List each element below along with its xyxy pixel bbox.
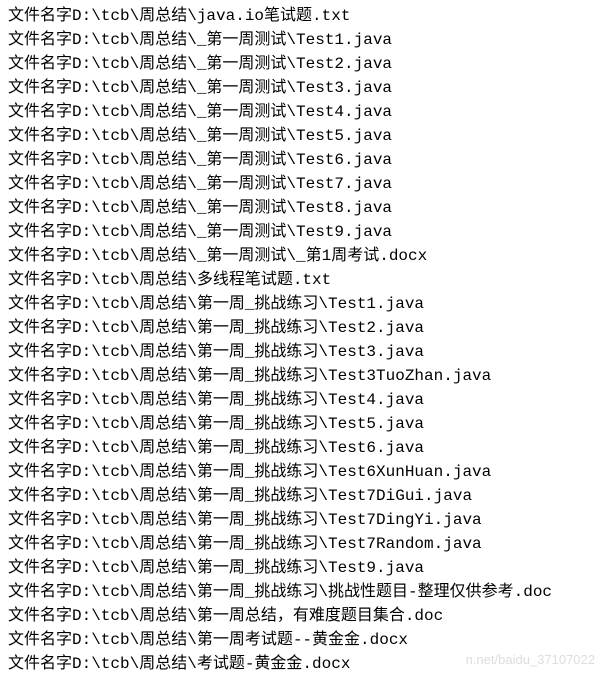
output-line: 文件名字D:\tcb\周总结\第一周总结，有难度题目集合.doc	[8, 604, 597, 628]
output-line: 文件名字D:\tcb\周总结\_第一周测试\Test2.java	[8, 52, 597, 76]
output-line: 文件名字D:\tcb\周总结\第一周_挑战练习\Test4.java	[8, 388, 597, 412]
output-line: 文件名字D:\tcb\周总结\_第一周测试\Test8.java	[8, 196, 597, 220]
console-output: 文件名字D:\tcb\周总结\java.io笔试题.txt文件名字D:\tcb\…	[8, 4, 597, 676]
output-line: 文件名字D:\tcb\周总结\第一周_挑战练习\Test9.java	[8, 556, 597, 580]
output-line: 文件名字D:\tcb\周总结\第一周_挑战练习\Test5.java	[8, 412, 597, 436]
output-line: 文件名字D:\tcb\周总结\第一周_挑战练习\Test7Random.java	[8, 532, 597, 556]
output-line: 文件名字D:\tcb\周总结\多线程笔试题.txt	[8, 268, 597, 292]
output-line: 文件名字D:\tcb\周总结\第一周_挑战练习\Test2.java	[8, 316, 597, 340]
output-line: 文件名字D:\tcb\周总结\第一周_挑战练习\Test1.java	[8, 292, 597, 316]
output-line: 文件名字D:\tcb\周总结\_第一周测试\Test3.java	[8, 76, 597, 100]
output-line: 文件名字D:\tcb\周总结\java.io笔试题.txt	[8, 4, 597, 28]
output-line: 文件名字D:\tcb\周总结\第一周_挑战练习\Test7DingYi.java	[8, 508, 597, 532]
output-line: 文件名字D:\tcb\周总结\_第一周测试\Test7.java	[8, 172, 597, 196]
output-line: 文件名字D:\tcb\周总结\_第一周测试\_第1周考试.docx	[8, 244, 597, 268]
output-line: 文件名字D:\tcb\周总结\第一周_挑战练习\Test7DiGui.java	[8, 484, 597, 508]
output-line: 文件名字D:\tcb\周总结\第一周_挑战练习\Test6XunHuan.jav…	[8, 460, 597, 484]
output-line: 文件名字D:\tcb\周总结\第一周_挑战练习\Test6.java	[8, 436, 597, 460]
output-line: 文件名字D:\tcb\周总结\_第一周测试\Test6.java	[8, 148, 597, 172]
output-line: 文件名字D:\tcb\周总结\考试题-黄金金.docx	[8, 652, 597, 676]
output-line: 文件名字D:\tcb\周总结\第一周_挑战练习\Test3TuoZhan.jav…	[8, 364, 597, 388]
output-line: 文件名字D:\tcb\周总结\_第一周测试\Test4.java	[8, 100, 597, 124]
output-line: 文件名字D:\tcb\周总结\_第一周测试\Test5.java	[8, 124, 597, 148]
output-line: 文件名字D:\tcb\周总结\_第一周测试\Test1.java	[8, 28, 597, 52]
output-line: 文件名字D:\tcb\周总结\第一周_挑战练习\挑战性题目-整理仅供参考.doc	[8, 580, 597, 604]
output-line: 文件名字D:\tcb\周总结\_第一周测试\Test9.java	[8, 220, 597, 244]
output-line: 文件名字D:\tcb\周总结\第一周_挑战练习\Test3.java	[8, 340, 597, 364]
output-line: 文件名字D:\tcb\周总结\第一周考试题--黄金金.docx	[8, 628, 597, 652]
